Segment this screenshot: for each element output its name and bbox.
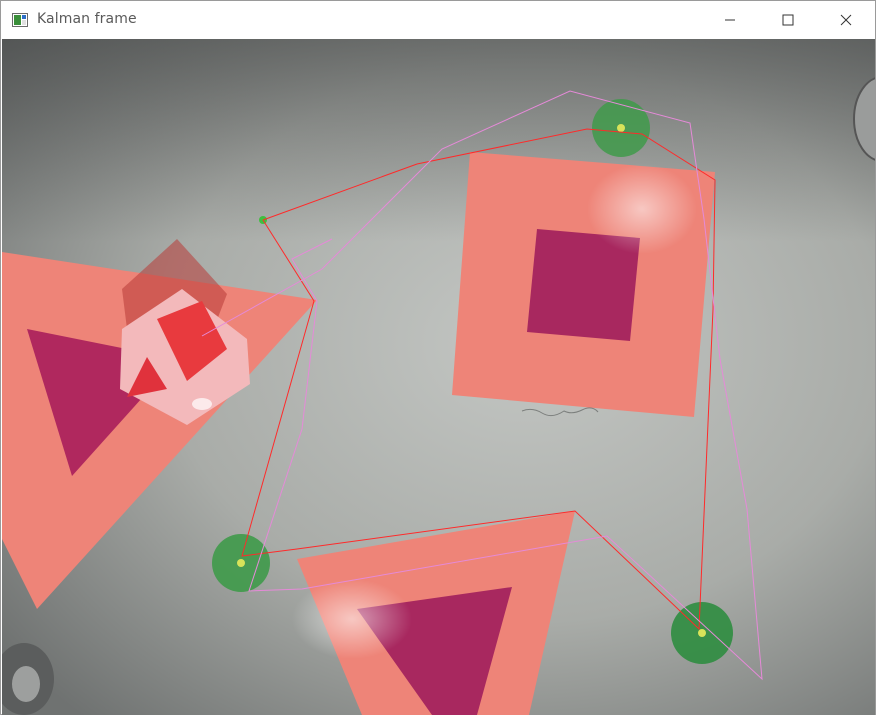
square-glare — [587, 164, 697, 254]
maximize-button[interactable] — [759, 1, 817, 39]
close-button[interactable] — [817, 1, 875, 39]
close-icon — [840, 14, 852, 26]
corner-object-highlight — [12, 666, 40, 702]
cube-glare — [192, 398, 212, 410]
camera-frame-svg — [2, 39, 875, 715]
title-bar[interactable]: Kalman frame — [1, 1, 875, 39]
maximize-icon — [782, 14, 794, 26]
app-window: Kalman frame — [0, 0, 876, 715]
triangle-glare — [292, 579, 412, 659]
minimize-icon — [724, 14, 736, 26]
camera-frame — [2, 39, 875, 715]
marker-bottom-right-center — [698, 629, 706, 637]
opencv-window-icon — [12, 12, 28, 27]
minimize-button[interactable] — [701, 1, 759, 39]
marker-top-center — [617, 124, 625, 132]
marker-left-center — [237, 559, 245, 567]
window-title: Kalman frame — [37, 11, 137, 27]
